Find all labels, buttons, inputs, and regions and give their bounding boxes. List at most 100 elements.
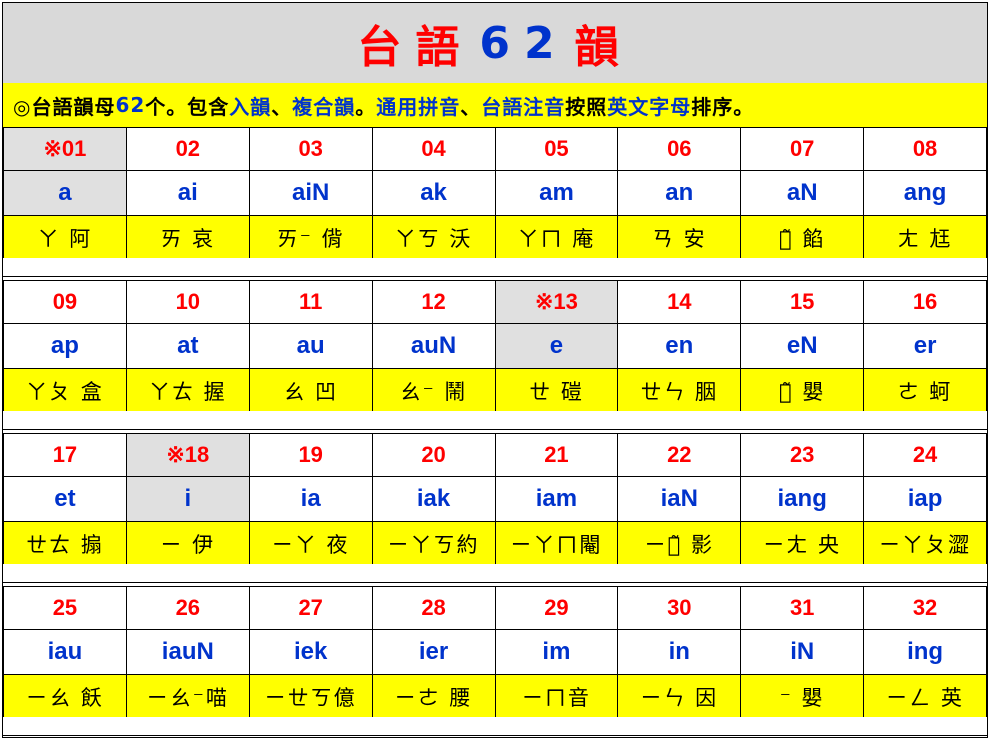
vowel-number: 26 bbox=[125, 586, 250, 630]
vowel-zhuyin: ㄧㄇ音 bbox=[494, 674, 619, 720]
vowel-romanization: at bbox=[125, 323, 250, 369]
vowel-block: 09 10 11 12 ※13 14 15 16 ap at au auN e en eN er ㄚㄆ 盒ㄚㄊ … bbox=[3, 280, 987, 414]
vowel-romanization-row: et i ia iak iam iaN iang iap bbox=[3, 476, 987, 522]
vowel-romanization-row: a ai aiN ak am an aN ang bbox=[3, 170, 987, 216]
vowel-number: 24 bbox=[863, 433, 987, 477]
vowel-number: 16 bbox=[863, 280, 987, 324]
vowel-zhuyin: ㄠ⁻ 鬧 bbox=[371, 368, 496, 414]
vowel-zhuyin: ㄠ 凹 bbox=[248, 368, 373, 414]
vowel-romanization: aiN bbox=[248, 170, 373, 216]
vowel-block: ※01 02 03 04 05 06 07 08 a ai aiN ak am an aN ang ㄚ 阿ㄞ 哀… bbox=[3, 127, 987, 261]
vowel-zhuyin: ㄝㄊ 搧 bbox=[3, 521, 127, 567]
intro-segment: 英文字母 bbox=[607, 94, 692, 119]
vowel-number: 28 bbox=[371, 586, 496, 630]
block-spacer bbox=[3, 411, 987, 430]
vowel-romanization: iang bbox=[740, 476, 865, 522]
vowel-romanization: ai bbox=[125, 170, 250, 216]
vowel-block: 25 26 27 28 29 30 31 32 iau iauN iek ier im in iN ing ㄧㄠ… bbox=[3, 586, 987, 720]
intro-line: ◎台語韻母 62 个。包含 入韻、複合韻。通用拼音、台語注音 按照 英文字母 排序。 bbox=[3, 83, 987, 128]
vowel-chart-sheet: 台語 62 韻 ◎台語韻母 62 个。包含 入韻、複合韻。通用拼音、台語注音 按照 英文… bbox=[2, 2, 988, 738]
intro-segment: 台語注音 bbox=[481, 94, 566, 119]
vowel-zhuyin-row: ㄧㄠ 飫ㄧㄠ⁻喵 ㄧㄝㄎ億 ㄧㄜ 腰ㄧㄇ音 ㄧㄣ 因 ⁻ 嬰ㄧㄥ 英 bbox=[3, 674, 987, 720]
block-spacer bbox=[3, 564, 987, 583]
block-spacer bbox=[3, 258, 987, 277]
intro-segment: 、 bbox=[271, 94, 293, 119]
vowel-romanization: iau bbox=[3, 629, 127, 675]
vowel-romanization: eN bbox=[740, 323, 865, 369]
vowel-number: 07 bbox=[740, 127, 865, 171]
vowel-zhuyin: ㄧㄝㄎ億 bbox=[248, 674, 373, 720]
vowel-zhuyin: ㄧㄜ 腰 bbox=[371, 674, 496, 720]
vowel-romanization: en bbox=[617, 323, 742, 369]
vowel-zhuyin: ㄤ 尪 bbox=[863, 215, 987, 261]
vowel-number: 17 bbox=[3, 433, 127, 477]
vowel-zhuyin: ㄧㄥ 英 bbox=[863, 674, 987, 720]
vowel-number: 02 bbox=[125, 127, 250, 171]
vowel-number: 10 bbox=[125, 280, 250, 324]
vowel-zhuyin: ㄧㄚㄆ澀 bbox=[863, 521, 987, 567]
vowel-zhuyin: ㄚ 阿 bbox=[3, 215, 127, 261]
intro-segment: 按照 bbox=[565, 94, 608, 119]
vowel-romanization: iap bbox=[863, 476, 987, 522]
vowel-romanization: er bbox=[863, 323, 987, 369]
title-part1: 台語 bbox=[357, 22, 474, 73]
vowel-number: 30 bbox=[617, 586, 742, 630]
vowel-number: 06 bbox=[617, 127, 742, 171]
vowel-romanization: e bbox=[494, 323, 619, 369]
vowel-zhuyin: ㄝㄣ 胭 bbox=[617, 368, 742, 414]
vowel-zhuyin: ㄧ 伊 bbox=[125, 521, 250, 567]
vowel-number: 31 bbox=[740, 586, 865, 630]
vowel-number: 14 bbox=[617, 280, 742, 324]
vowel-number: 11 bbox=[248, 280, 373, 324]
vowel-number: 05 bbox=[494, 127, 619, 171]
vowel-zhuyin: ㄧㄣ 因 bbox=[617, 674, 742, 720]
vowel-romanization: ak bbox=[371, 170, 496, 216]
vowel-zhuyin: ⁻ 嬰 bbox=[740, 674, 865, 720]
vowel-romanization: au bbox=[248, 323, 373, 369]
vowel-romanization: ier bbox=[371, 629, 496, 675]
vowel-zhuyin: ㄜ 蚵 bbox=[863, 368, 987, 414]
vowel-number: 08 bbox=[863, 127, 987, 171]
intro-segment: 入韻 bbox=[229, 94, 272, 119]
vowel-romanization-row: ap at au auN e en eN er bbox=[3, 323, 987, 369]
vowel-zhuyin: ㄢ 安 bbox=[617, 215, 742, 261]
vowel-number: 04 bbox=[371, 127, 496, 171]
vowel-zhuyin: ㄞ⁻ 偝 bbox=[248, 215, 373, 261]
vowel-number: 29 bbox=[494, 586, 619, 630]
vowel-romanization: iN bbox=[740, 629, 865, 675]
vowel-number: 15 bbox=[740, 280, 865, 324]
vowel-romanization: an bbox=[617, 170, 742, 216]
vowel-romanization: iaN bbox=[617, 476, 742, 522]
intro-segment: ◎台語韻母 bbox=[13, 94, 116, 119]
vowel-zhuyin: ㄧㄚㄇ閹 bbox=[494, 521, 619, 567]
vowel-number: 12 bbox=[371, 280, 496, 324]
intro-segment: 。 bbox=[355, 94, 377, 119]
vowel-number-row: 09 10 11 12 ※13 14 15 16 bbox=[3, 280, 987, 324]
vowel-zhuyin: ㄚㄆ 盒 bbox=[3, 368, 127, 414]
vowel-zhuyin: ㄝ̃ 嬰 bbox=[740, 368, 865, 414]
intro-segment: 62 bbox=[115, 93, 146, 117]
vowel-number: 09 bbox=[3, 280, 127, 324]
title-number: 62 bbox=[479, 17, 569, 69]
vowel-zhuyin-row: ㄚㄆ 盒ㄚㄊ 握ㄠ 凹ㄠ⁻ 鬧ㄝ 磑ㄝㄣ 胭ㄝ̃ 嬰ㄜ 蚵 bbox=[3, 368, 987, 414]
vowel-number: 20 bbox=[371, 433, 496, 477]
vowel-romanization: iauN bbox=[125, 629, 250, 675]
vowel-zhuyin: ㄧㄚㄎ約 bbox=[371, 521, 496, 567]
intro-segment: 排序。 bbox=[691, 94, 755, 119]
vowel-number: 25 bbox=[3, 586, 127, 630]
vowel-romanization: ang bbox=[863, 170, 987, 216]
vowel-number: 32 bbox=[863, 586, 987, 630]
vowel-romanization: am bbox=[494, 170, 619, 216]
vowel-zhuyin-row: ㄚ 阿ㄞ 哀ㄞ⁻ 偝ㄚㄎ 沃ㄚㄇ 庵ㄢ 安ㄚ̃ 餡ㄤ 尪 bbox=[3, 215, 987, 261]
vowel-zhuyin: ㄞ 哀 bbox=[125, 215, 250, 261]
intro-segment: 个。包含 bbox=[145, 94, 230, 119]
intro-segment: 、 bbox=[460, 94, 482, 119]
vowel-number: ※13 bbox=[494, 280, 619, 324]
vowel-zhuyin: ㄚㄎ 沃 bbox=[371, 215, 496, 261]
vowel-zhuyin-row: ㄝㄊ 搧ㄧ 伊ㄧㄚ 夜ㄧㄚㄎ約 ㄧㄚㄇ閹 ㄧㄚ̃ 影ㄧㄤ 央ㄧㄚㄆ澀 bbox=[3, 521, 987, 567]
vowel-number: 27 bbox=[248, 586, 373, 630]
vowel-zhuyin: ㄚ̃ 餡 bbox=[740, 215, 865, 261]
vowel-romanization: i bbox=[125, 476, 250, 522]
page-title: 台語 62 韻 bbox=[3, 3, 987, 84]
vowel-zhuyin: ㄧㄠ 飫 bbox=[3, 674, 127, 720]
